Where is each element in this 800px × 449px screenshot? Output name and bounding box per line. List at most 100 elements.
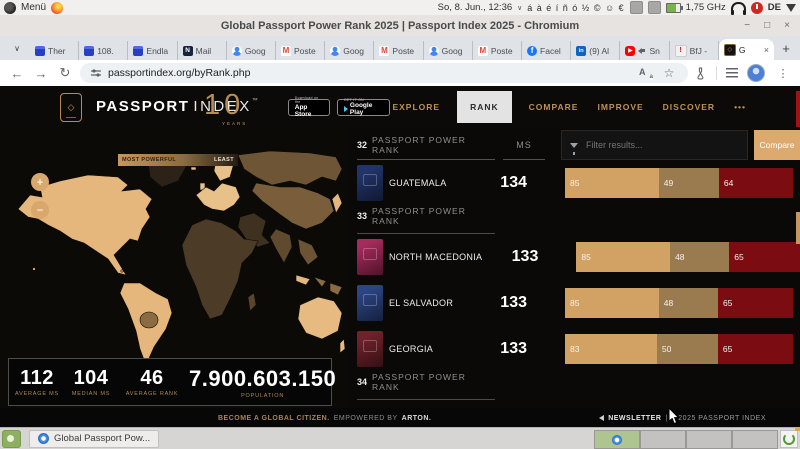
map-india[interactable] xyxy=(270,229,292,263)
new-tab-button[interactable]: + xyxy=(776,38,796,58)
browser-tab[interactable]: f Facel xyxy=(522,41,571,60)
address-bar[interactable]: passportindex.org/byRank.php A ☆ xyxy=(80,63,688,83)
filter-box[interactable] xyxy=(561,130,748,160)
world-map[interactable] xyxy=(0,146,345,358)
scrollbar-thumb-red[interactable] xyxy=(796,91,800,127)
browser-tab[interactable]: ▶ Sn xyxy=(620,41,669,60)
workspace-1[interactable] xyxy=(594,430,640,449)
reload-icon[interactable]: ↻ xyxy=(56,64,74,82)
map-madagascar[interactable] xyxy=(248,293,256,311)
workspace-2[interactable] xyxy=(640,430,686,449)
battery-icon[interactable] xyxy=(666,3,681,13)
system-menu-label[interactable]: Menü xyxy=(21,2,46,13)
nav-item-rank[interactable]: RANK xyxy=(457,91,512,123)
system-menu-icon[interactable] xyxy=(4,2,16,14)
browser-tab[interactable]: Endla xyxy=(128,41,177,60)
filter-input[interactable] xyxy=(584,139,739,151)
profile-avatar[interactable] xyxy=(747,64,765,82)
system-clock[interactable]: So, 8. Jun., 12:36 xyxy=(438,2,512,13)
browser-tab[interactable]: ! BfJ - xyxy=(670,41,719,60)
show-desktop-button[interactable] xyxy=(2,430,21,448)
url-text[interactable]: passportindex.org/byRank.php xyxy=(108,67,250,79)
translate-icon[interactable]: A xyxy=(639,67,652,79)
forward-icon[interactable]: → xyxy=(32,64,50,82)
workspace-4[interactable] xyxy=(732,430,778,449)
compare-button[interactable]: Compare xyxy=(754,130,800,160)
browser-tab[interactable]: N Mail xyxy=(178,41,227,60)
passport-cover-thumbnail[interactable] xyxy=(357,239,383,275)
passport-cover-thumbnail[interactable] xyxy=(357,331,383,367)
browser-tab[interactable]: ◇ G × xyxy=(719,39,774,60)
rank-row[interactable]: GUATEMALA 134 854964 xyxy=(345,160,800,206)
power-icon[interactable] xyxy=(751,2,763,14)
browser-tab[interactable]: Ther xyxy=(30,41,79,60)
browser-tab[interactable]: M Poste xyxy=(374,41,423,60)
map-australia[interactable] xyxy=(298,297,342,339)
maximize-button[interactable]: □ xyxy=(764,20,770,31)
country-name[interactable]: EL SALVADOR xyxy=(389,298,471,308)
character-palette[interactable]: á à é í ñ ó ½ © ☺ € xyxy=(527,3,624,13)
taskbar-window-item[interactable]: Global Passport Pow... xyxy=(29,430,159,448)
app-store-badge[interactable]: Download on the App Store xyxy=(288,99,330,116)
browser-tab[interactable]: in (9) Al xyxy=(571,41,620,60)
passport-cover-thumbnail[interactable] xyxy=(357,285,383,321)
map-bolivia[interactable] xyxy=(140,312,158,328)
headphones-icon[interactable] xyxy=(731,2,746,13)
window-title: Global Passport Power Rank 2025 | Passpo… xyxy=(0,20,800,32)
tab-search-button[interactable]: ∨ xyxy=(6,39,28,57)
browser-tab[interactable]: M Poste xyxy=(276,41,325,60)
tab-audio-icon[interactable] xyxy=(638,47,646,55)
map-indonesia-east[interactable] xyxy=(314,277,326,287)
nav-item-more[interactable]: ••• xyxy=(732,93,748,121)
stat-value: 7.900.603.150 xyxy=(189,366,336,392)
map-caribbean[interactable] xyxy=(121,270,123,272)
map-southeast-asia[interactable] xyxy=(298,239,318,265)
passport-index-logo[interactable]: ◇ PASSPORTINDEX™ 10 YEARS xyxy=(60,93,258,122)
map-zoom-in-button[interactable]: + xyxy=(31,173,49,191)
browser-tab[interactable]: Goog xyxy=(325,41,374,60)
tray-applet-icon[interactable] xyxy=(630,1,643,14)
browser-tab[interactable]: M Poste xyxy=(473,41,522,60)
footer-arton-link[interactable]: ARTON. xyxy=(402,415,432,422)
passport-cover-thumbnail[interactable] xyxy=(357,165,383,201)
country-name[interactable]: NORTH MACEDONIA xyxy=(389,252,482,262)
google-play-badge[interactable]: GET IT ON Google Play xyxy=(337,99,391,116)
keyboard-layout[interactable]: DE xyxy=(768,2,781,13)
nav-item-improve[interactable]: IMPROVE xyxy=(595,93,645,121)
newsletter-link[interactable]: NEWSLETTER xyxy=(608,415,661,422)
map-russia[interactable] xyxy=(238,151,342,185)
map-iceland[interactable] xyxy=(191,167,196,170)
rank-row[interactable]: GEORGIA 133 835065 xyxy=(345,326,800,372)
tray-app-icon[interactable] xyxy=(780,430,798,448)
footer-cta[interactable]: BECOME A GLOBAL CITIZEN. xyxy=(218,415,330,422)
rank-row[interactable]: EL SALVADOR 133 854865 xyxy=(345,280,800,326)
network-icon[interactable] xyxy=(786,4,796,12)
close-button[interactable]: × xyxy=(784,20,790,31)
browser-tab[interactable]: Goog xyxy=(424,41,473,60)
map-hawaii[interactable] xyxy=(33,268,36,271)
workspace-3[interactable] xyxy=(686,430,732,449)
back-icon[interactable]: ← xyxy=(8,64,26,82)
map-zoom-out-button[interactable]: − xyxy=(31,201,49,219)
cpu-frequency[interactable]: 1,75 GHz xyxy=(686,2,726,13)
rank-row[interactable]: NORTH MACEDONIA 133 854865 xyxy=(345,234,800,280)
nav-item-discover[interactable]: DISCOVER xyxy=(661,93,717,121)
browser-tab[interactable]: 108. xyxy=(79,41,128,60)
site-info-icon[interactable] xyxy=(90,67,102,79)
map-indonesia[interactable] xyxy=(296,275,310,285)
nav-item-explore[interactable]: EXPLORE xyxy=(390,93,442,121)
nav-item-compare[interactable]: COMPARE xyxy=(527,93,581,121)
browser-tab[interactable]: Goog xyxy=(227,41,276,60)
map-new-guinea[interactable] xyxy=(330,283,342,295)
minimize-button[interactable]: − xyxy=(744,20,750,31)
bookmark-star-icon[interactable]: ☆ xyxy=(660,64,678,82)
experiments-flask-icon[interactable] xyxy=(694,67,707,80)
country-name[interactable]: GUATEMALA xyxy=(389,178,471,188)
scrollbar-thumb-tan[interactable] xyxy=(796,212,800,244)
reading-list-icon[interactable] xyxy=(726,68,738,78)
firefox-icon[interactable] xyxy=(51,2,63,14)
country-name[interactable]: GEORGIA xyxy=(389,344,471,354)
tab-close-icon[interactable]: × xyxy=(764,45,769,55)
tray-applet-icon[interactable] xyxy=(648,1,661,14)
browser-menu-icon[interactable]: ⋮ xyxy=(774,64,792,82)
